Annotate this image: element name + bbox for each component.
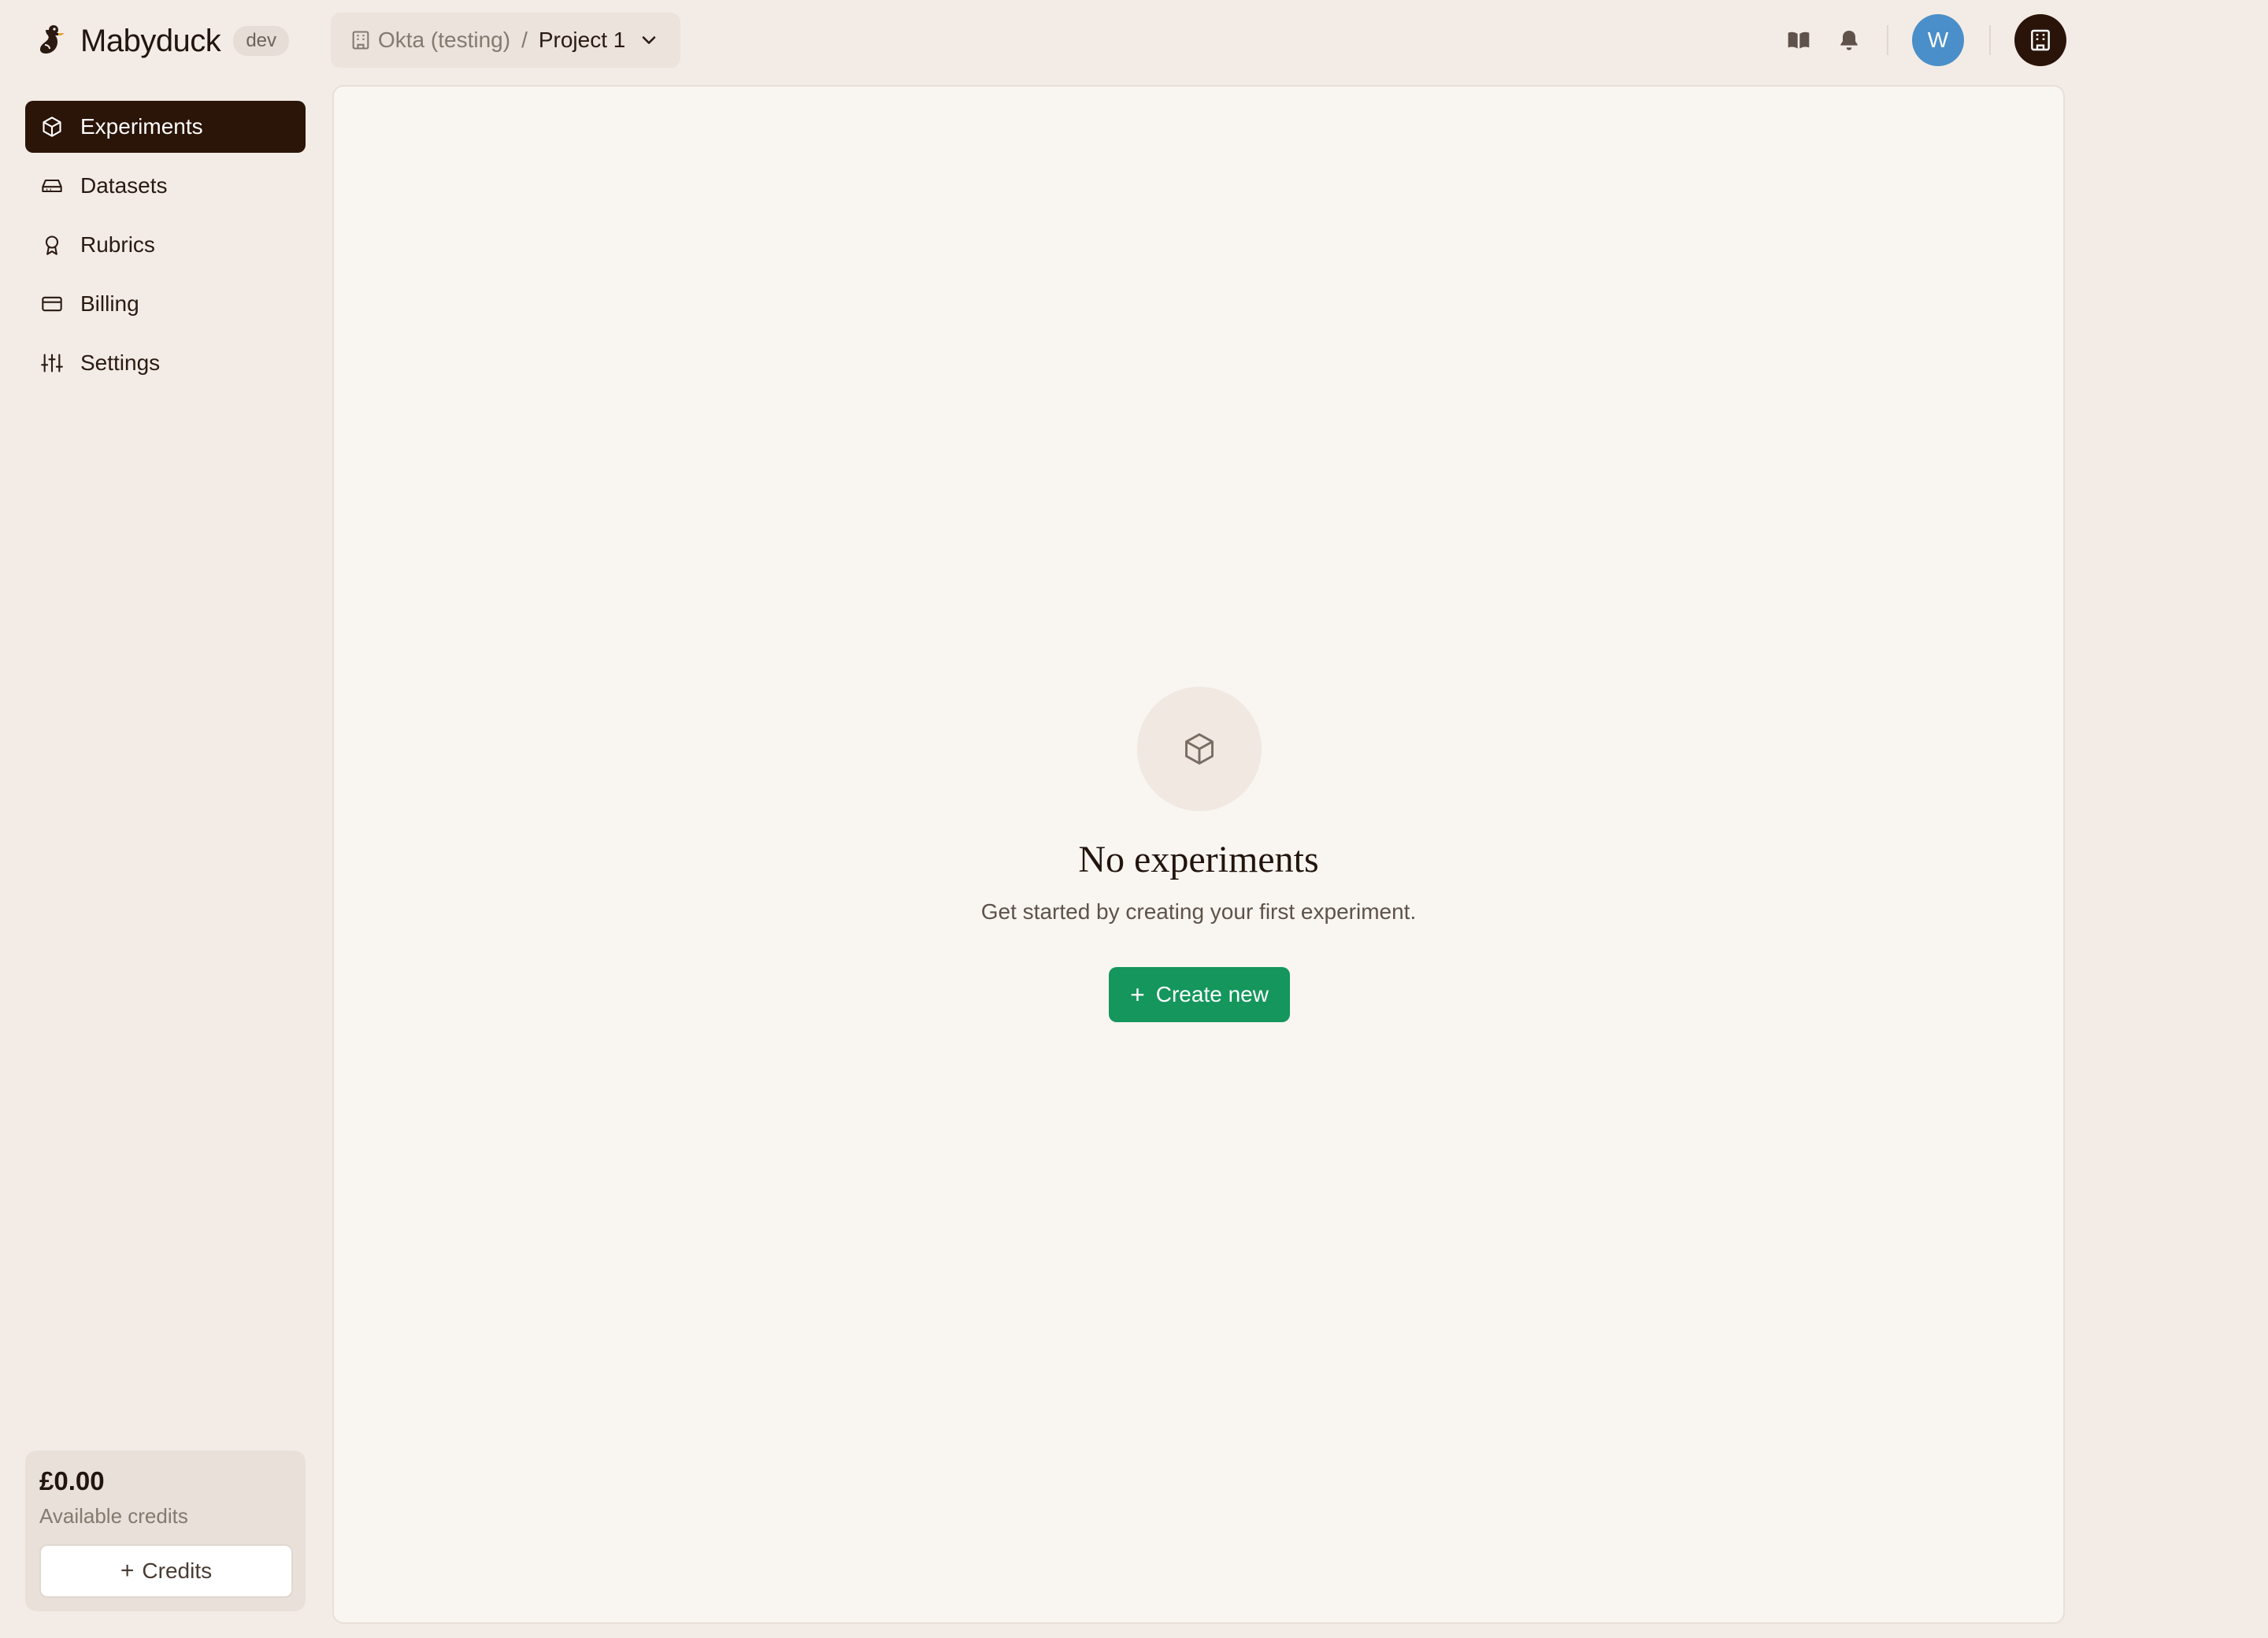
cube-icon <box>1185 733 1214 765</box>
header-divider <box>1989 25 1991 55</box>
empty-state-title: No experiments <box>1078 839 1319 880</box>
sidebar-item-label: Datasets <box>80 173 168 198</box>
project-switcher[interactable]: Okta (testing) / Project 1 <box>331 13 681 68</box>
sidebar-item-billing[interactable]: Billing <box>25 278 306 330</box>
sidebar-item-label: Rubrics <box>80 232 155 257</box>
sidebar-item-settings[interactable]: Settings <box>25 337 306 389</box>
bell-icon[interactable] <box>1833 24 1865 56</box>
sliders-icon <box>41 352 63 374</box>
award-icon <box>41 234 63 256</box>
sidebar-item-rubrics[interactable]: Rubrics <box>25 219 306 271</box>
breadcrumb-project[interactable]: Project 1 <box>539 28 626 53</box>
user-avatar[interactable]: W <box>1912 14 1964 66</box>
sidebar-nav: Experiments Datasets Rubrics Billing Set… <box>25 101 306 396</box>
credits-label: Available credits <box>39 1504 188 1528</box>
plus-icon: + <box>1130 980 1145 1009</box>
breadcrumb-separator: / <box>521 28 528 52</box>
top-bar: Mabyduck dev Okta (testing) / Project 1 … <box>0 0 2268 82</box>
duck-logo-icon <box>40 25 65 54</box>
sidebar-item-label: Experiments <box>80 114 203 139</box>
brand-name: Mabyduck <box>80 23 221 58</box>
credit-card-icon <box>41 293 63 315</box>
cube-icon <box>41 116 63 138</box>
plus-icon: + <box>120 1558 135 1584</box>
create-new-label: Create new <box>1155 982 1269 1006</box>
experiments-panel: No experiments Get started by creating y… <box>332 85 2065 1624</box>
header-divider <box>1887 25 1888 55</box>
add-credits-label: Credits <box>142 1558 213 1583</box>
empty-state-subtitle: Get started by creating your first exper… <box>980 899 1417 924</box>
sidebar-item-datasets[interactable]: Datasets <box>25 160 306 212</box>
sidebar-item-label: Settings <box>80 350 161 375</box>
credits-amount: £0.00 <box>39 1466 105 1495</box>
empty-state-icon-circle <box>1137 687 1262 811</box>
credits-card: £0.00 Available credits + Credits <box>25 1451 306 1611</box>
chevron-down-icon <box>643 36 656 44</box>
brand[interactable]: Mabyduck dev <box>38 20 290 61</box>
sidebar-item-label: Billing <box>80 291 139 316</box>
sidebar-item-experiments[interactable]: Experiments <box>25 101 306 153</box>
org-switcher-button[interactable] <box>2014 14 2066 66</box>
env-badge: dev <box>233 26 290 56</box>
building-icon <box>352 31 369 50</box>
add-credits-button[interactable]: + Credits <box>39 1544 293 1598</box>
building-icon <box>2031 29 2050 51</box>
book-icon[interactable] <box>1783 24 1814 56</box>
drive-icon <box>41 175 63 197</box>
create-new-button[interactable]: + Create new <box>1109 967 1290 1022</box>
breadcrumb-org[interactable]: Okta (testing) <box>378 28 510 53</box>
